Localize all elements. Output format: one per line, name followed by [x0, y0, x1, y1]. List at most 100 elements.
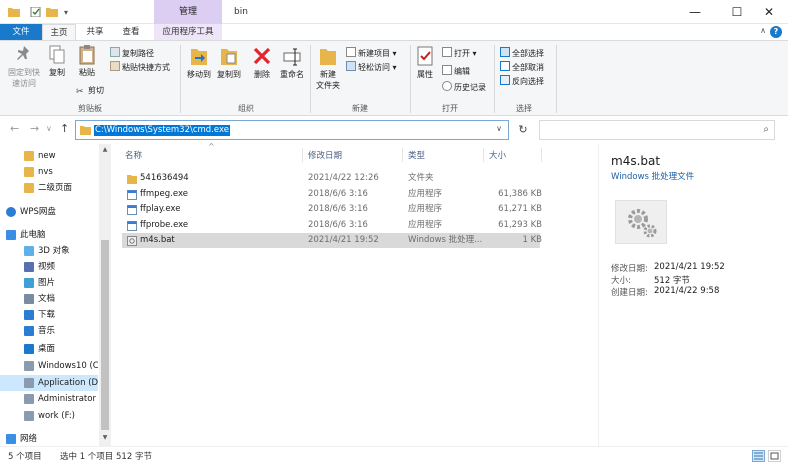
nav-item[interactable]: 网络 [0, 431, 98, 446]
tab-app-tools[interactable]: 应用程序工具 [154, 24, 222, 40]
ribbon-separator [556, 45, 557, 113]
search-box[interactable]: ⌕ [539, 120, 775, 140]
scroll-down-arrow[interactable]: ▼ [99, 434, 111, 441]
properties-check-icon[interactable] [30, 7, 42, 17]
move-to-button[interactable]: 移动到 [184, 45, 214, 80]
nav-item[interactable]: 图片 [0, 275, 98, 291]
delete-button[interactable]: 删除 [250, 45, 274, 80]
column-divider[interactable] [402, 148, 403, 162]
rename-button[interactable]: 重命名 [276, 45, 308, 80]
edit-button[interactable]: 编辑 [442, 65, 470, 78]
open-button[interactable]: 打开 ▾ [442, 47, 477, 60]
nav-item[interactable]: new [0, 148, 98, 164]
scroll-thumb[interactable] [101, 240, 109, 430]
nav-item[interactable]: 视频 [0, 259, 98, 275]
search-input[interactable] [544, 122, 744, 138]
back-button[interactable]: ← [10, 122, 19, 135]
easy-access-button[interactable]: 轻松访问 ▾ [346, 61, 397, 74]
nav-item-label: nvs [38, 167, 53, 177]
paste-icon [79, 45, 95, 65]
file-row[interactable]: ffprobe.exe 2018/6/6 3:16 应用程序 61,293 KB [122, 218, 542, 233]
file-list: ^ 名称 修改日期 类型 大小 541636494 2021/4/22 12:26… [118, 142, 598, 444]
invert-selection-button[interactable]: 反向选择 [500, 75, 544, 88]
nav-item[interactable]: 下载 [0, 307, 98, 323]
column-divider[interactable] [541, 148, 542, 162]
group-label-organize: 组织 [238, 104, 254, 113]
nav-item[interactable]: 此电脑 [0, 227, 98, 243]
tab-file[interactable]: 文件 [0, 24, 42, 40]
address-bar[interactable]: C:\Windows\System32\cmd.exe ∨ [75, 120, 509, 140]
navigation-bar: ← → ∨ ↑ C:\Windows\System32\cmd.exe ∨ ↻ … [0, 116, 788, 144]
window-title: bin [234, 7, 248, 17]
nav-item[interactable]: 3D 对象 [0, 243, 98, 259]
new-item-icon [346, 47, 356, 57]
details-view-button[interactable] [752, 450, 765, 462]
file-row[interactable]: m4s.bat 2021/4/21 19:52 Windows 批处理... 1 KB [122, 233, 542, 248]
status-selection: 选中 1 个项目 512 字节 [60, 452, 152, 462]
address-input[interactable]: C:\Windows\System32\cmd.exe [94, 125, 230, 136]
search-icon: ⌕ [763, 124, 769, 135]
copy-to-icon [221, 49, 237, 65]
copy-button[interactable]: 复制 [44, 45, 70, 78]
folder-icon [127, 175, 137, 184]
select-all-button[interactable]: 全部选择 [500, 47, 544, 60]
up-button[interactable]: ↑ [60, 122, 69, 135]
paste-shortcut-button[interactable]: 粘贴快捷方式 [110, 61, 170, 74]
nav-item[interactable]: 音乐 [0, 323, 98, 339]
scroll-up-arrow[interactable]: ▲ [99, 146, 111, 153]
file-row[interactable]: ffmpeg.exe 2018/6/6 3:16 应用程序 61,386 KB [122, 187, 542, 202]
copy-to-button[interactable]: 复制到 [214, 45, 244, 80]
new-folder-button[interactable]: 新建 文件夹 [312, 45, 344, 91]
collapse-ribbon-icon[interactable]: ∧ [760, 26, 766, 35]
file-row[interactable]: 541636494 2021/4/22 12:26 文件夹 [122, 171, 540, 186]
close-button[interactable]: ✕ [750, 0, 788, 24]
address-dropdown-button[interactable]: ∨ [496, 124, 502, 133]
forward-button[interactable]: → [30, 122, 39, 135]
file-row[interactable]: ffplay.exe 2018/6/6 3:16 应用程序 61,271 KB [122, 202, 542, 217]
scissors-icon: ✂ [76, 87, 84, 97]
details-file-type: Windows 批处理文件 [611, 172, 695, 182]
select-none-button[interactable]: 全部取消 [500, 61, 544, 74]
nav-item[interactable]: 文档 [0, 291, 98, 307]
column-header-date[interactable]: 修改日期 [308, 149, 342, 161]
nav-item[interactable]: nvs [0, 164, 98, 180]
desktop-icon [24, 344, 34, 354]
ribbon: 固定到快 速访问 复制 粘贴 复制路径 粘贴快捷方式 ✂ 剪切 剪贴板 移动到 复… [0, 40, 788, 116]
pin-quick-access-button[interactable]: 固定到快 速访问 [4, 45, 44, 89]
new-folder-icon[interactable] [46, 7, 58, 17]
column-divider[interactable] [483, 148, 484, 162]
new-item-button[interactable]: 新建项目 ▾ [346, 47, 397, 60]
nav-item[interactable]: WPS网盘 [0, 204, 98, 220]
column-divider[interactable] [302, 148, 303, 162]
copy-path-button[interactable]: 复制路径 [110, 47, 154, 60]
nav-item[interactable]: Administrator ( [0, 391, 98, 407]
nav-item[interactable]: 桌面 [0, 341, 98, 357]
history-button[interactable]: 历史记录 [442, 81, 486, 94]
tab-manage[interactable]: 管理 [154, 0, 222, 24]
nav-item-label: 3D 对象 [38, 246, 70, 256]
tab-home[interactable]: 主页 [42, 24, 76, 40]
help-icon[interactable]: ? [770, 26, 782, 38]
column-header-size[interactable]: 大小 [489, 149, 506, 161]
select-none-icon [500, 61, 510, 71]
large-icons-view-button[interactable] [768, 450, 781, 462]
tab-share[interactable]: 共享 [78, 24, 112, 40]
download-icon [24, 310, 34, 320]
nav-scrollbar[interactable]: ▲ ▼ [99, 144, 111, 446]
recent-locations-button[interactable]: ∨ [46, 124, 52, 133]
nav-item[interactable]: Application (D: [0, 375, 98, 391]
folder-icon [24, 167, 34, 177]
properties-button[interactable]: 属性 [412, 45, 438, 80]
nav-item[interactable]: 二级页面 [0, 180, 98, 196]
column-header-name[interactable]: 名称 [125, 149, 142, 161]
minimize-button[interactable]: — [676, 0, 714, 24]
refresh-button[interactable]: ↻ [513, 120, 533, 140]
select-all-icon [500, 47, 510, 57]
tab-view[interactable]: 查看 [114, 24, 148, 40]
paste-button[interactable]: 粘贴 [72, 45, 102, 78]
nav-item[interactable]: work (F:) [0, 408, 98, 424]
quick-access-dropdown[interactable]: ▾ [64, 8, 68, 17]
nav-item[interactable]: Windows10 (C: [0, 358, 98, 374]
cut-button[interactable]: ✂ 剪切 [76, 85, 104, 97]
column-header-type[interactable]: 类型 [408, 149, 425, 161]
